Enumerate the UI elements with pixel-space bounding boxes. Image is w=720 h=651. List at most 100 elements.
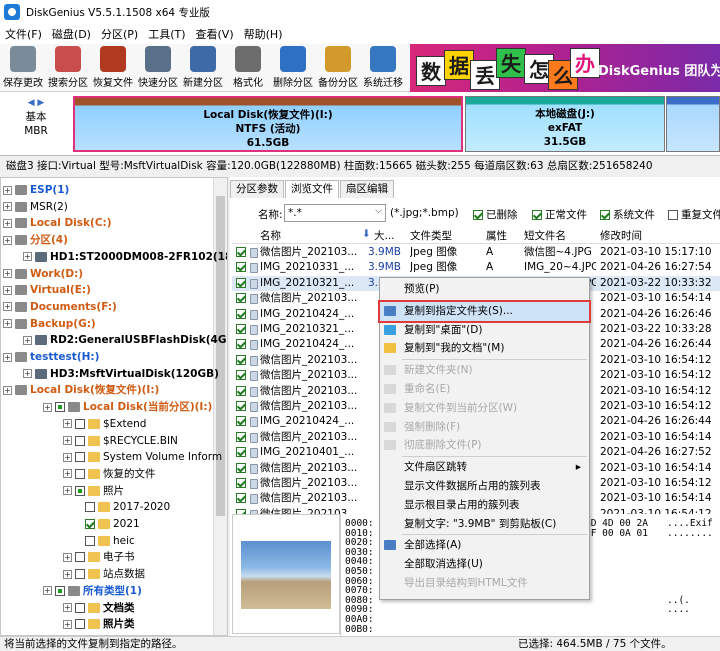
tree-node[interactable]: + 分区(4) [3, 232, 68, 249]
tree-node[interactable]: + Virtual(E:) [3, 282, 91, 299]
row-checkbox[interactable] [236, 370, 246, 381]
toolbar-button-1[interactable]: 搜索分区 [47, 46, 89, 89]
tree-checkbox[interactable] [75, 619, 85, 630]
toolbar-button-6[interactable]: 删除分区 [272, 46, 314, 89]
table-row[interactable]: 微信图片_202103... 3.9MB Jpeg 图像 A 微信图~4.JPG 2021… [232, 245, 720, 260]
menu-disk[interactable]: 磁盘(D) [47, 26, 96, 42]
toolbar-button-4[interactable]: 新建分区 [182, 46, 224, 89]
row-checkbox[interactable] [236, 416, 246, 427]
tree-node[interactable]: + HD1:ST2000DM008-2FR102(1863G [23, 249, 227, 266]
tree-expander[interactable]: + [43, 402, 52, 412]
tree-checkbox[interactable] [85, 535, 95, 546]
tree-node[interactable]: + Documents(F:) [3, 299, 117, 316]
tree-expander[interactable]: + [3, 285, 12, 295]
chevron-down-icon[interactable]: ⌵ [375, 206, 382, 216]
menu-file[interactable]: 文件(F) [0, 26, 47, 42]
tree-checkbox[interactable] [85, 502, 95, 513]
tree-node[interactable]: + Backup(G:) [3, 316, 96, 333]
tree-checkbox[interactable] [75, 435, 85, 446]
tree-expander[interactable]: + [63, 469, 72, 479]
tree-checkbox[interactable] [55, 585, 65, 596]
tree-expander[interactable]: + [63, 436, 72, 445]
tree-expander[interactable]: + [63, 569, 72, 579]
tree-checkbox[interactable] [75, 569, 85, 580]
tree-expander[interactable]: + [63, 452, 72, 462]
tree-node[interactable]: + 照片 [63, 483, 124, 500]
row-checkbox[interactable] [236, 401, 246, 411]
toolbar-button-7[interactable]: 备份分区 [317, 46, 359, 89]
tree-expander[interactable]: + [3, 269, 12, 278]
row-checkbox[interactable] [236, 324, 246, 334]
tree-expander[interactable]: + [3, 218, 12, 228]
tree-node[interactable]: 2021 [85, 516, 140, 533]
context-menu-item-11[interactable]: 显示根目录占用的簇列表 [380, 496, 589, 515]
row-checkbox[interactable] [236, 462, 246, 473]
tree-expander[interactable]: + [23, 252, 32, 262]
tree-expander[interactable]: + [23, 335, 32, 345]
partition-block-i[interactable]: Local Disk(恢复文件)(I:) NTFS (活动) 61.5GB [73, 96, 463, 152]
row-checkbox[interactable] [236, 308, 246, 319]
row-checkbox[interactable] [236, 431, 246, 442]
row-checkbox[interactable] [236, 493, 246, 504]
tree-node[interactable]: + HD3:MsftVirtualDisk(120GB) [23, 366, 219, 383]
tree-node[interactable]: + Work(D:) [3, 266, 83, 283]
partition-block-free[interactable] [666, 96, 720, 152]
menu-tools[interactable]: 工具(T) [143, 26, 190, 42]
context-menu-item-9[interactable]: 文件扇区跳转 ▸ [380, 458, 589, 477]
row-checkbox[interactable] [236, 247, 246, 257]
tree-node[interactable]: + RD2:GeneralUSBFlashDisk(4GB) [23, 332, 227, 349]
context-menu-item-13[interactable]: 全部选择(A) [380, 536, 589, 555]
tree-node[interactable]: + $Extend [63, 416, 146, 433]
tree-node[interactable]: + Local Disk(恢复文件)(I:) [3, 382, 159, 399]
filter-normal[interactable]: 正常文件 [532, 207, 587, 222]
col-attr[interactable]: 属性 [486, 228, 507, 243]
tree-checkbox[interactable] [75, 602, 85, 613]
partition-block-j[interactable]: 本地磁盘(J:) exFAT 31.5GB [465, 96, 665, 152]
row-checkbox[interactable] [236, 293, 246, 304]
tab-sector-edit[interactable]: 扇区编辑 [340, 180, 394, 198]
tree-expander[interactable]: + [63, 486, 72, 496]
tree-node[interactable]: + 恢复的文件 [63, 466, 156, 483]
filter-duplicate[interactable]: 重复文件 [668, 207, 720, 222]
tree-node[interactable]: + 站点数据 [63, 566, 145, 583]
disk-nav-arrows[interactable]: ◀ ▶ [0, 96, 72, 110]
tree-expander[interactable]: + [23, 369, 32, 379]
col-modified[interactable]: 修改时间 [600, 228, 642, 243]
toolbar-button-5[interactable]: 格式化 [227, 46, 269, 89]
tree-node[interactable]: 2017-2020 [85, 499, 170, 516]
normal-checkbox[interactable] [532, 210, 542, 220]
toolbar-button-3[interactable]: 快速分区 [137, 46, 179, 89]
tree-node[interactable]: + Local Disk(C:) [3, 215, 112, 232]
row-checkbox[interactable] [236, 447, 246, 458]
menu-help[interactable]: 帮助(H) [239, 26, 288, 42]
tree-node[interactable]: + 照片类 [63, 616, 135, 633]
row-checkbox[interactable] [236, 354, 246, 365]
tree-node[interactable]: + 文档类 [63, 600, 135, 617]
menu-partition[interactable]: 分区(P) [96, 26, 143, 42]
tree-checkbox[interactable] [75, 468, 85, 479]
tree-checkbox[interactable] [55, 402, 65, 413]
tree-node[interactable]: + System Volume Inform [63, 449, 222, 466]
promo-banner[interactable]: 数 据 丢 失 怎 么 办 DiskGenius 团队为您 [410, 44, 720, 92]
tree-node[interactable]: + MSR(2) [3, 199, 68, 216]
row-checkbox[interactable] [236, 339, 246, 350]
tree-expander[interactable]: + [63, 419, 72, 429]
context-menu-item-12[interactable]: 复制文字: "3.9MB" 到剪贴板(C) [380, 515, 589, 534]
tree-node[interactable]: heic [85, 533, 135, 550]
tree-node[interactable]: + 所有类型(1) [43, 583, 142, 600]
row-checkbox[interactable] [236, 478, 246, 488]
tree-node[interactable]: + 电子书 [63, 549, 135, 566]
tree-scroll-thumb[interactable] [216, 196, 225, 516]
tree-expander[interactable]: + [63, 603, 72, 612]
tree-expander[interactable]: + [3, 202, 12, 212]
tree-node[interactable]: + ESP(1) [3, 182, 69, 199]
tree-node[interactable]: + $RECYCLE.BIN [63, 433, 178, 450]
tree-expander[interactable]: + [63, 619, 72, 629]
row-checkbox[interactable] [236, 385, 246, 396]
row-checkbox[interactable] [236, 277, 246, 288]
col-short-name[interactable]: 短文件名 [524, 228, 566, 243]
tree-expander[interactable]: + [3, 235, 12, 245]
tree-expander[interactable]: + [3, 319, 12, 329]
context-menu-item-2[interactable]: 复制到"桌面"(D) [380, 321, 589, 340]
context-menu-item-3[interactable]: 复制到"我的文档"(M) [380, 339, 589, 358]
